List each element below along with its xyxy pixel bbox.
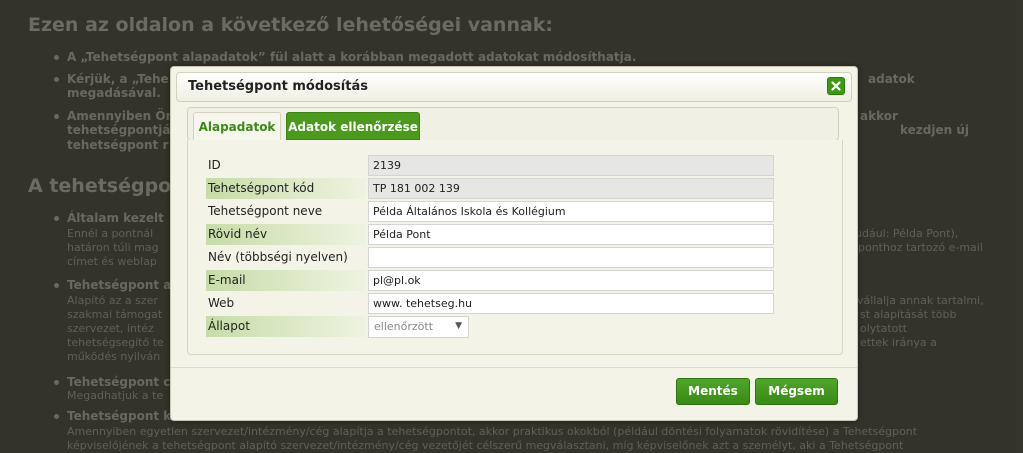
dialog-header: Tehetségpont módosítás xyxy=(176,72,852,102)
allapot-label: Állapot xyxy=(206,316,366,337)
form-row-allapot: Állapot ellenőrzött ▼ xyxy=(206,316,776,338)
save-button[interactable]: Mentés xyxy=(676,378,750,405)
tab-bar: Alapadatok Adatok ellenőrzése xyxy=(187,107,839,141)
close-button[interactable] xyxy=(827,77,845,95)
email-input[interactable]: pl@pl.ok xyxy=(368,270,774,291)
rovid-input[interactable]: Példa Pont xyxy=(368,224,774,245)
email-label: E-mail xyxy=(206,270,366,291)
form-row-nev: Tehetségpont neve Példa Általános Iskola… xyxy=(206,201,776,222)
allapot-selected-value: ellenőrzött xyxy=(374,320,434,333)
tab-alapadatok[interactable]: Alapadatok xyxy=(193,112,281,140)
web-label: Web xyxy=(208,296,235,310)
form-row-rovid: Rövid név Példa Pont xyxy=(206,224,776,245)
nev-input[interactable]: Példa Általános Iskola és Kollégium xyxy=(368,201,774,222)
close-icon xyxy=(831,81,841,91)
chevron-down-icon: ▼ xyxy=(455,321,462,331)
web-input[interactable]: www. tehetseg.hu xyxy=(368,293,774,314)
dialog-title: Tehetségpont módosítás xyxy=(188,79,368,94)
form-row-email: E-mail pl@pl.ok xyxy=(206,270,776,291)
id-label: ID xyxy=(208,158,221,172)
kod-label: Tehetségpont kód xyxy=(206,178,366,199)
nev-label: Tehetségpont neve xyxy=(208,204,323,218)
form-row-web: Web www. tehetseg.hu xyxy=(206,293,776,314)
tobbsegi-label: Név (többségi nyelven) xyxy=(208,250,348,264)
tobbsegi-input[interactable] xyxy=(368,247,774,268)
edit-dialog: Tehetségpont módosítás Alapadatok Adatok… xyxy=(170,66,858,421)
cancel-button[interactable]: Mégsem xyxy=(755,378,838,405)
footer-divider xyxy=(171,367,857,368)
rovid-label: Rövid név xyxy=(206,224,366,245)
tab-adatok-ellenorzese[interactable]: Adatok ellenőrzése xyxy=(286,112,420,140)
form-row-tobbsegi: Név (többségi nyelven) xyxy=(206,247,776,268)
form-row-id: ID 2139 xyxy=(206,155,776,176)
form-row-kod: Tehetségpont kód TP 181 002 139 xyxy=(206,178,776,199)
id-field: 2139 xyxy=(368,155,774,176)
kod-field: TP 181 002 139 xyxy=(368,178,774,199)
allapot-select[interactable]: ellenőrzött ▼ xyxy=(368,316,469,338)
